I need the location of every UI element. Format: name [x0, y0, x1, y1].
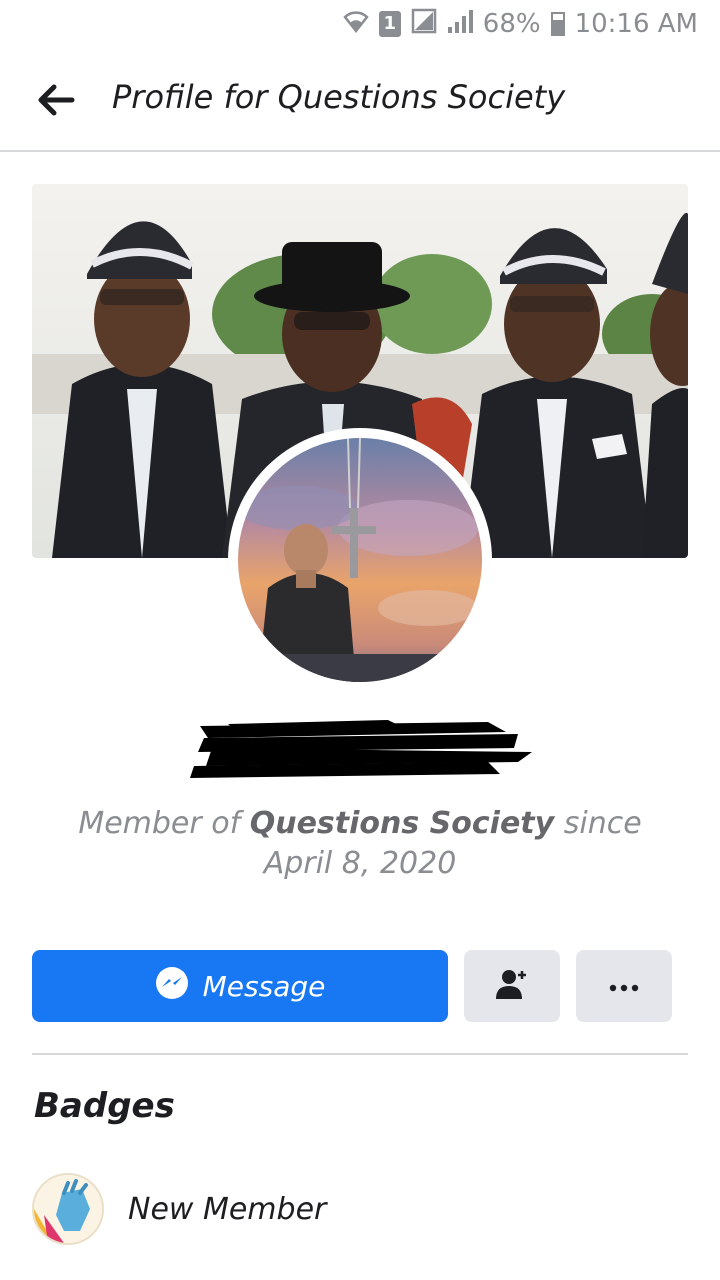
- section-divider: [32, 1053, 688, 1055]
- profile-picture[interactable]: [228, 428, 492, 692]
- waving-hand-icon: [32, 1173, 104, 1245]
- clock: 10:16 AM: [574, 9, 698, 39]
- status-icons: 1 68% 10:16 AM: [343, 8, 698, 40]
- status-bar: 1 68% 10:16 AM: [0, 0, 720, 48]
- more-options-button[interactable]: [576, 950, 672, 1022]
- messenger-icon: [155, 966, 189, 1007]
- badge-label: New Member: [128, 1191, 327, 1227]
- more-icon: [609, 977, 639, 996]
- battery-icon: [550, 12, 565, 36]
- profile-picture-image: [238, 438, 482, 682]
- message-button-label: Message: [202, 969, 326, 1003]
- membership-info: Member of Questions Society since April …: [40, 804, 680, 884]
- app-header: Profile for Questions Society: [0, 48, 720, 152]
- add-friend-button[interactable]: [464, 950, 560, 1022]
- member-prefix: Member of: [78, 806, 241, 841]
- message-button[interactable]: Message: [32, 950, 448, 1022]
- battery-percent: 68%: [482, 9, 541, 39]
- sim-slot-indicator: 1: [378, 11, 401, 37]
- wifi-icon: [343, 9, 369, 40]
- add-friend-icon: [495, 967, 529, 1005]
- group-name[interactable]: Questions Society: [250, 806, 554, 841]
- badge-new-member[interactable]: New Member: [32, 1172, 688, 1246]
- signal-icon: [447, 9, 473, 40]
- redacted-name: [188, 718, 532, 784]
- arrow-left-icon: [32, 84, 80, 128]
- no-signal-icon: [411, 8, 437, 41]
- page-title: Profile for Questions Society: [112, 78, 566, 116]
- badges-heading: Badges: [34, 1086, 175, 1126]
- back-button[interactable]: [32, 76, 80, 124]
